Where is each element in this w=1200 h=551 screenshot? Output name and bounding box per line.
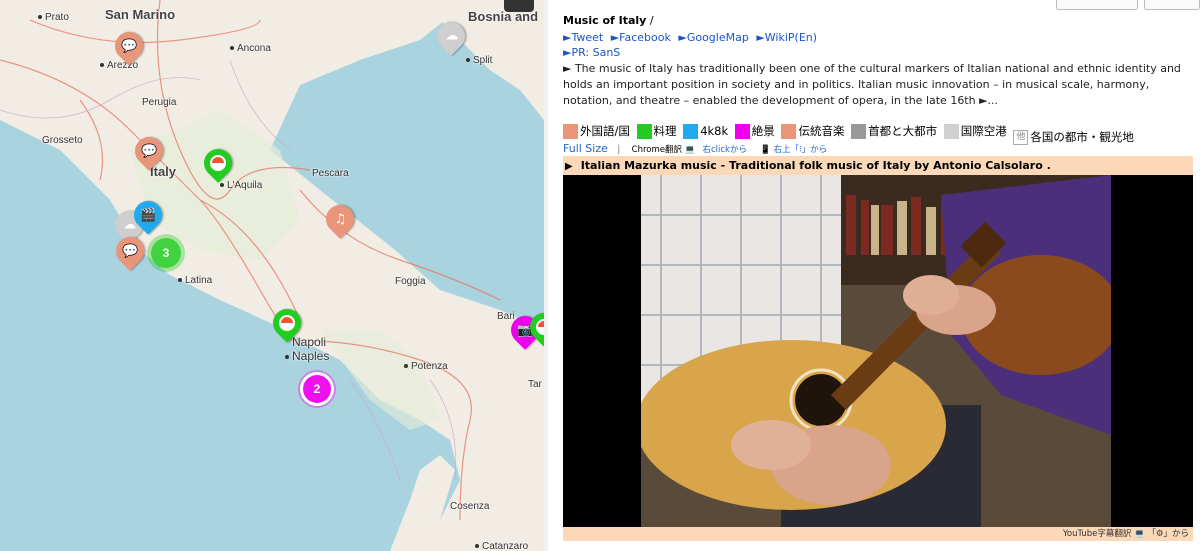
legend-item[interactable]: 国際空港 [943,123,1007,139]
film-icon: 🎬 [139,207,157,223]
legend-swatch [851,123,867,139]
city-label: L'Aquila [220,180,262,191]
legend-swatch [563,123,578,139]
page-title: Music of Italy / [563,14,654,27]
map-terrain [0,0,544,551]
city-label: Perugia [142,97,177,108]
cloud-icon: ☁ [122,217,136,233]
flag-icon [279,315,295,331]
country-label: San Marino [105,7,176,22]
country-label: Italy [150,164,177,179]
description: ► The music of Italy has traditionally b… [563,62,1181,107]
city-label: Ancona [230,43,271,54]
link-wikipedia[interactable]: ►WikiP(En) [756,31,817,44]
city-label: Potenza [404,361,448,372]
city-label: Napoli [292,335,327,349]
city-label: Pescara [312,168,349,179]
cloud-icon: ☁ [444,28,458,44]
legend-item[interactable]: 料理 [636,123,677,139]
video-title-bar[interactable]: ▶ Italian Mazurka music - Traditional fol… [563,156,1193,175]
tool-row: Full Size | Chrome翻訳 💻 右clickから 📱 右上「⁝」か… [563,142,837,155]
right-click-hint: 右clickから [702,145,747,155]
chat-icon: 💬 [140,143,158,159]
chrome-translate-label: Chrome翻訳 💻 [631,145,696,155]
chat-icon: 💬 [120,38,138,54]
city-label: Latina [178,275,212,286]
legend-item[interactable]: 4k8k [683,123,728,139]
legend-item[interactable]: 伝統音楽 [781,123,844,139]
chat-icon: 💬 [121,243,139,259]
legend-item[interactable]: 絶景 [734,123,775,139]
play-arrow-icon: ▶ [565,161,573,172]
city-label: Naples [285,349,329,363]
city-label: Grosseto [42,135,83,146]
map[interactable]: Prato San Marino Bosnia and Ancona Arezz… [0,0,544,551]
video-still [641,175,1111,527]
city-label: Catanzaro [475,541,528,551]
legend-swatch [683,123,699,139]
title-separator: / [649,14,654,27]
mobile-hint: 📱 右上「⁝」から [760,145,828,155]
legend-item[interactable]: 他各国の都市・観光地 [1013,129,1134,145]
city-label: Split [466,55,492,66]
separator: | [617,144,621,155]
link-pr[interactable]: ►PR: SanS [563,46,620,59]
top-button[interactable] [1144,0,1200,10]
music-note-icon: ♫ [334,211,346,227]
legend-swatch: 他 [1013,129,1029,145]
flag-icon [536,319,544,335]
video-footer: YouTube字幕翻訳 💻 「⚙」から [563,527,1193,541]
info-panel: Music of Italy / ►Tweet ►Facebook ►Googl… [548,0,1200,551]
legend-swatch [636,123,652,139]
link-facebook[interactable]: ►Facebook [611,31,671,44]
legend-swatch [781,123,797,139]
link-googlemap[interactable]: ►GoogleMap [678,31,748,44]
flag-icon [210,155,226,171]
full-size-link[interactable]: Full Size [563,142,608,155]
legend-item[interactable]: 外国語/国 [563,123,630,139]
link-tweet[interactable]: ►Tweet [563,31,603,44]
city-label: Prato [38,12,69,23]
title-text: Music of Italy [563,14,647,27]
legend-swatch [943,123,959,139]
video-player[interactable] [563,175,1193,527]
video-frame [641,175,1111,527]
city-label: Cosenza [450,501,490,512]
legend-item[interactable]: 首都と大都市 [851,123,937,139]
city-label: Foggia [395,276,426,287]
city-label: Tar [528,379,542,390]
share-links: ►Tweet ►Facebook ►GoogleMap ►WikiP(En) ►… [563,30,1183,60]
marker-cluster[interactable]: 3 [151,238,181,268]
city-label: Bari [497,311,515,322]
map-control[interactable] [504,0,534,12]
video-title: Italian Mazurka music - Traditional folk… [580,159,1051,172]
marker-cluster[interactable]: 2 [303,375,331,403]
top-button[interactable] [1056,0,1138,10]
legend-swatch [734,123,750,139]
